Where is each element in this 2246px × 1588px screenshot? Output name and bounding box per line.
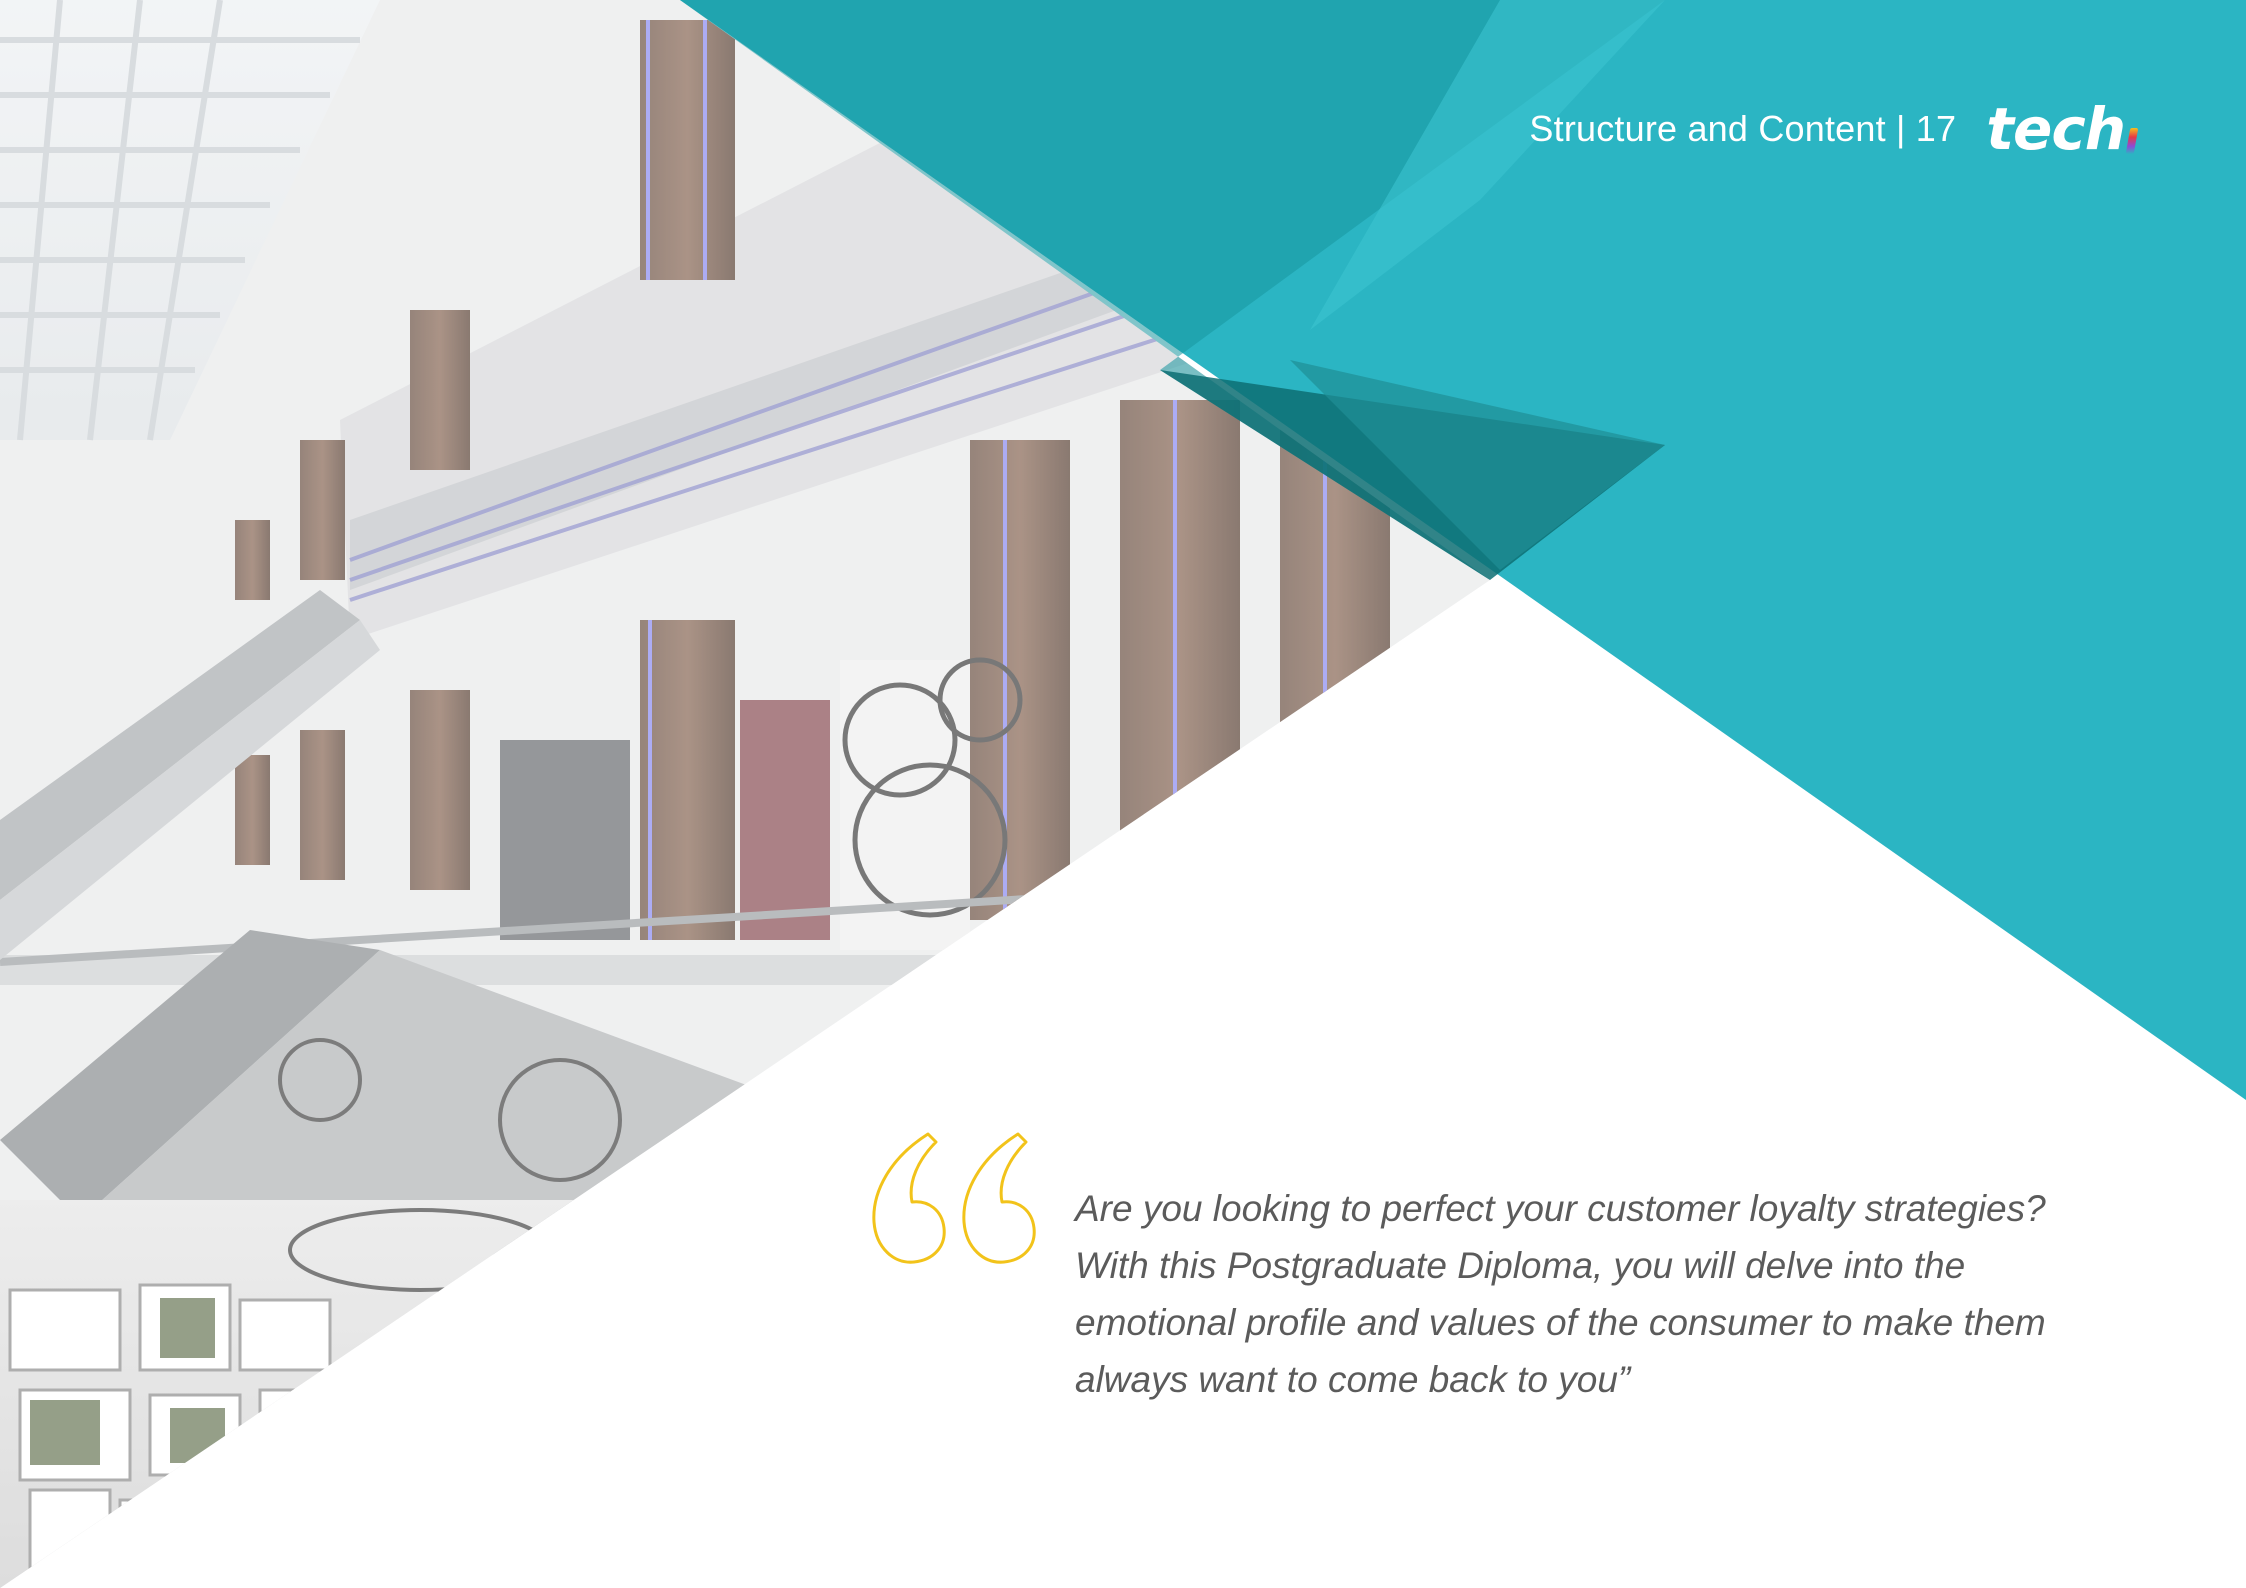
header-label: Structure and Content | 17 [1529, 108, 1956, 150]
page-header: Structure and Content | 17 tec h [1529, 95, 2139, 163]
logo-text: tec [1986, 95, 2085, 163]
header-separator: | [1896, 108, 1906, 149]
page-number: 17 [1915, 108, 1957, 149]
quote-mark-icon [872, 1132, 1036, 1264]
quote-text: Are you looking to perfect your customer… [1075, 1188, 2046, 1400]
logo-h: h [2084, 95, 2126, 163]
brochure-page: Structure and Content | 17 tec h Are you … [0, 0, 2246, 1588]
section-title: Structure and Content [1529, 108, 1886, 149]
tech-logo: tec h [1986, 95, 2139, 163]
